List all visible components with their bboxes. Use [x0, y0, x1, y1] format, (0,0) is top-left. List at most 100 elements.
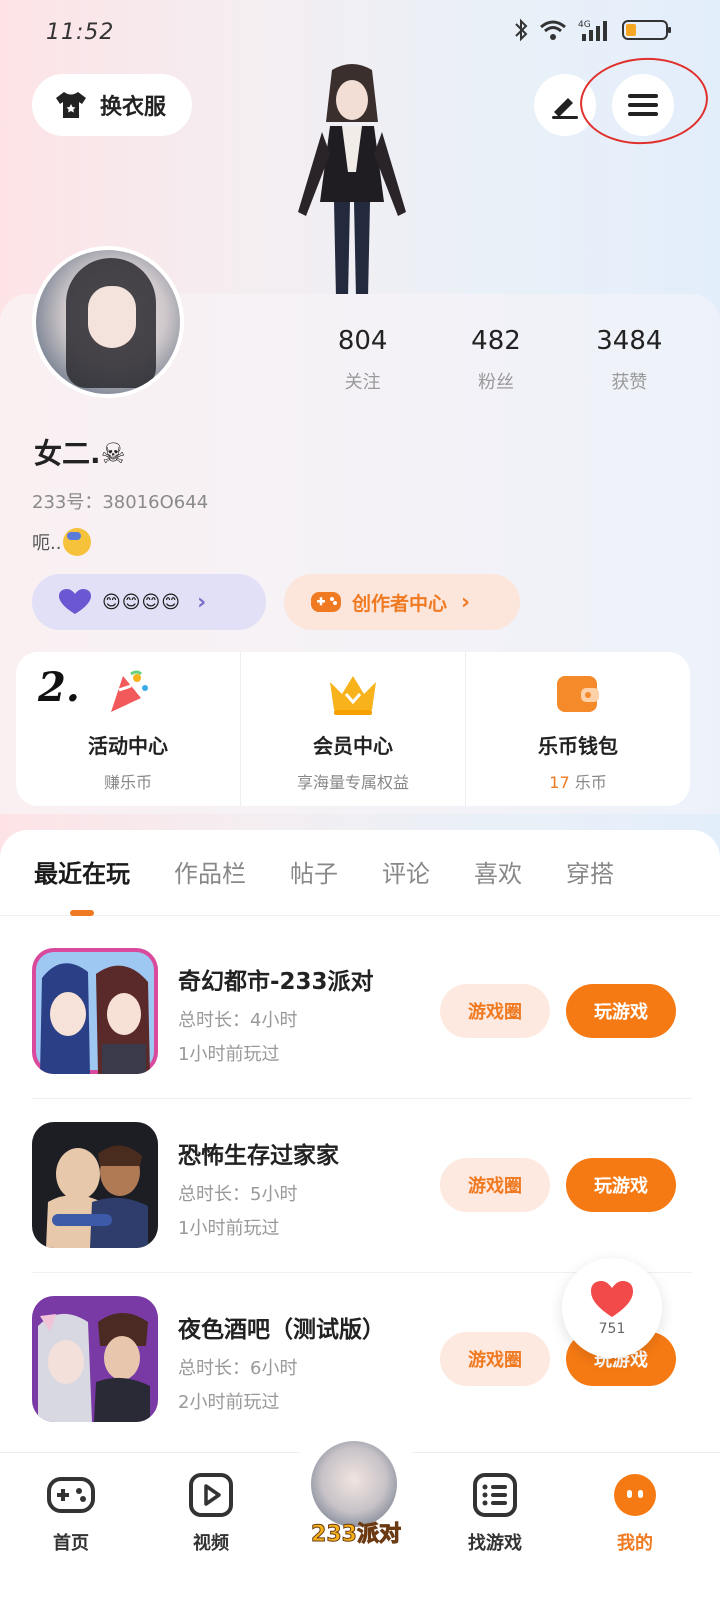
- avatar-face: [88, 286, 136, 348]
- nav-party-label: 233派对: [311, 1522, 402, 1548]
- game-duration: 总时长：4小时: [178, 1010, 298, 1031]
- gamepad-icon: [47, 1477, 95, 1513]
- change-outfit-label: 换衣服: [100, 95, 167, 120]
- stat-following-label: 关注: [344, 372, 381, 393]
- sleepy-face-icon: [63, 528, 92, 556]
- activity-center-title: 活动中心: [88, 734, 168, 758]
- game-last-played: 1小时前玩过: [178, 1044, 280, 1065]
- profile-page: 11:52 4G 换衣服 804 关注 482 粉丝 3484 获赞 女二.☠ …: [0, 0, 720, 1600]
- activity-center-subtitle: 赚乐币: [103, 773, 152, 792]
- vip-center-title: 会员中心: [313, 734, 393, 758]
- tab-posts[interactable]: 帖子: [290, 850, 338, 916]
- game-last-played: 2小时前玩过: [178, 1392, 280, 1413]
- profile-tabs: 最近在玩 作品栏 帖子 评论 喜欢 穿搭: [0, 850, 720, 916]
- game-circle-button[interactable]: 游戏圈: [440, 1332, 550, 1386]
- game-thumbnail: [32, 1122, 158, 1248]
- stat-following[interactable]: 804 关注: [296, 326, 429, 394]
- tab-works[interactable]: 作品栏: [174, 850, 246, 916]
- game-thumbnail: [32, 948, 158, 1074]
- list-item[interactable]: 奇幻都市-233派对 总时长：4小时 1小时前玩过 游戏圈 玩游戏: [32, 948, 692, 1078]
- list-item[interactable]: 恐怖生存过家家 总时长：5小时 1小时前玩过 游戏圈 玩游戏: [32, 1122, 692, 1252]
- battery-icon: [622, 20, 671, 40]
- status-icons: 4G: [514, 18, 672, 42]
- signal-4g-icon: 4G: [578, 20, 607, 41]
- nav-find-games[interactable]: 找游戏: [450, 1471, 540, 1555]
- game-title: 奇幻都市-233派对: [178, 969, 374, 995]
- red-annotation-circle: [577, 53, 711, 149]
- party-popper-icon: [111, 670, 148, 712]
- coin-unit: 乐币: [574, 773, 607, 792]
- heart-icon: [59, 589, 91, 614]
- stat-followers[interactable]: 482 粉丝: [429, 326, 562, 394]
- vip-center-subtitle: 享海量专属权益: [296, 773, 409, 792]
- svg-text:4G: 4G: [578, 20, 591, 30]
- stat-likes-value: 3484: [596, 326, 663, 356]
- chevron-right-icon: ›: [197, 589, 207, 615]
- profile-stats: 804 关注 482 粉丝 3484 获赞: [296, 326, 696, 394]
- stat-likes[interactable]: 3484 获赞: [563, 326, 696, 394]
- coin-wallet-title: 乐币钱包: [538, 734, 618, 758]
- creator-center-label: 创作者中心: [352, 592, 448, 615]
- nav-party[interactable]: 233派对: [286, 1424, 426, 1564]
- divider: [32, 1098, 692, 1099]
- stat-followers-label: 粉丝: [477, 372, 514, 393]
- wallet-icon: [557, 676, 599, 712]
- game-last-played: 1小时前玩过: [178, 1218, 280, 1239]
- game-thumbnail: [32, 1296, 158, 1422]
- crown-icon: [330, 676, 376, 715]
- nav-mine[interactable]: 我的: [590, 1471, 680, 1555]
- profile-icon: [614, 1474, 656, 1516]
- user-id: 233号：38016O644: [32, 492, 209, 513]
- nav-home-label: 首页: [53, 1533, 89, 1554]
- handwritten-annotation-2: 2.: [38, 664, 80, 711]
- gamepad-icon: [311, 592, 341, 612]
- avatar-character: [298, 64, 406, 298]
- vip-center[interactable]: 会员中心 享海量专属权益: [240, 652, 465, 806]
- game-duration: 总时长：5小时: [178, 1184, 298, 1205]
- status-bar: 11:52 4G: [0, 0, 720, 64]
- heart-icon: [591, 1281, 633, 1317]
- heart-badge-pill[interactable]: 😊😊😊😊 ›: [32, 574, 266, 630]
- stat-following-value: 804: [337, 326, 388, 356]
- nav-mine-label: 我的: [617, 1533, 653, 1554]
- creator-center-button[interactable]: 创作者中心 ›: [284, 574, 520, 630]
- shirt-icon: [56, 92, 86, 118]
- tab-outfits[interactable]: 穿搭: [566, 850, 614, 916]
- username: 女二.☠: [34, 432, 126, 472]
- stat-followers-value: 482: [471, 326, 521, 356]
- status-time: 11:52: [46, 20, 115, 45]
- nav-home[interactable]: 首页: [26, 1471, 116, 1555]
- stat-likes-label: 获赞: [611, 372, 648, 393]
- coin-wallet-subtitle: 17 乐币: [549, 769, 606, 793]
- list-icon: [473, 1473, 517, 1517]
- play-game-button[interactable]: 玩游戏: [566, 1158, 676, 1212]
- nav-find-games-label: 找游戏: [468, 1533, 522, 1554]
- tab-likes[interactable]: 喜欢: [474, 850, 522, 916]
- tab-comments[interactable]: 评论: [382, 850, 430, 916]
- username-text: 女二.☠: [34, 437, 126, 470]
- nav-video[interactable]: 视频: [166, 1471, 256, 1555]
- tab-recently-played[interactable]: 最近在玩: [34, 850, 130, 916]
- edit-icon: [552, 98, 578, 119]
- game-title: 夜色酒吧（测试版）: [178, 1317, 385, 1343]
- change-outfit-button[interactable]: 换衣服: [32, 74, 192, 136]
- bio-text: 呃..: [32, 533, 62, 554]
- profile-avatar[interactable]: [32, 246, 184, 398]
- game-title: 恐怖生存过家家: [178, 1143, 339, 1169]
- wifi-icon: [540, 20, 566, 40]
- game-circle-button[interactable]: 游戏圈: [440, 984, 550, 1038]
- game-duration: 总时长：6小时: [178, 1358, 298, 1379]
- floating-like-button[interactable]: 751: [562, 1258, 662, 1358]
- chevron-right-icon: ›: [461, 589, 471, 615]
- play-game-button[interactable]: 玩游戏: [566, 984, 676, 1038]
- coin-wallet[interactable]: 乐币钱包 17 乐币: [465, 652, 690, 806]
- bluetooth-icon: [515, 18, 528, 42]
- coin-balance: 17: [549, 773, 570, 792]
- nav-video-label: 视频: [193, 1533, 229, 1554]
- like-count: 751: [598, 1321, 626, 1337]
- heart-pill-emojis: 😊😊😊😊: [102, 591, 182, 613]
- quick-access-panel: 活动中心 赚乐币 会员中心 享海量专属权益 乐币钱包 17 乐币: [16, 652, 690, 806]
- video-icon: [189, 1473, 233, 1517]
- bio: 呃..: [32, 528, 92, 556]
- game-circle-button[interactable]: 游戏圈: [440, 1158, 550, 1212]
